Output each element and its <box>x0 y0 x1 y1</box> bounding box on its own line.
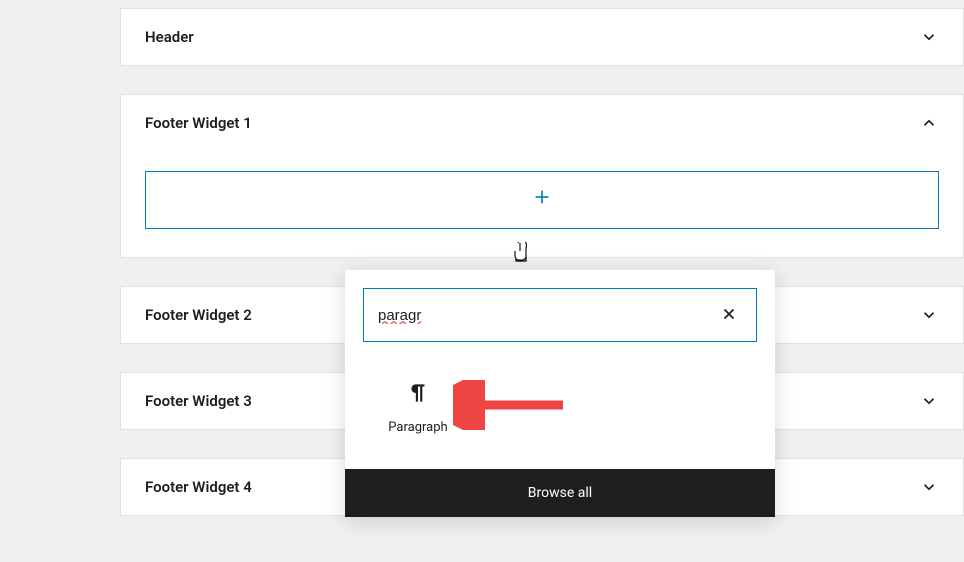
panel-toggle-fw1[interactable]: Footer Widget 1 <box>121 95 963 151</box>
panel-title: Footer Widget 1 <box>145 114 252 132</box>
block-label: Paragraph <box>388 420 447 435</box>
panel-header: Header <box>120 8 964 66</box>
browse-all-button[interactable]: Browse all <box>345 469 775 517</box>
add-block-button[interactable] <box>145 171 939 229</box>
pilcrow-icon <box>405 380 431 410</box>
search-input[interactable] <box>378 307 716 324</box>
close-icon <box>720 305 738 326</box>
clear-search-button[interactable] <box>716 301 742 330</box>
search-wrap <box>345 270 775 360</box>
chevron-down-icon <box>919 477 939 497</box>
panel-title: Footer Widget 4 <box>145 478 252 496</box>
block-item-paragraph[interactable]: Paragraph <box>363 370 473 445</box>
chevron-up-icon <box>919 113 939 133</box>
block-inserter-popover: Paragraph Browse all <box>345 270 775 517</box>
chevron-down-icon <box>919 391 939 411</box>
panel-footer-widget-1: Footer Widget 1 <box>120 94 964 258</box>
panel-body-fw1 <box>121 151 963 257</box>
panel-title: Header <box>145 28 194 46</box>
plus-icon <box>531 186 553 214</box>
search-box <box>363 288 757 342</box>
chevron-down-icon <box>919 27 939 47</box>
browse-all-label: Browse all <box>528 485 592 501</box>
panel-toggle-header[interactable]: Header <box>121 9 963 65</box>
search-results: Paragraph <box>345 360 775 469</box>
panel-title: Footer Widget 3 <box>145 392 252 410</box>
panel-title: Footer Widget 2 <box>145 306 252 324</box>
chevron-down-icon <box>919 305 939 325</box>
